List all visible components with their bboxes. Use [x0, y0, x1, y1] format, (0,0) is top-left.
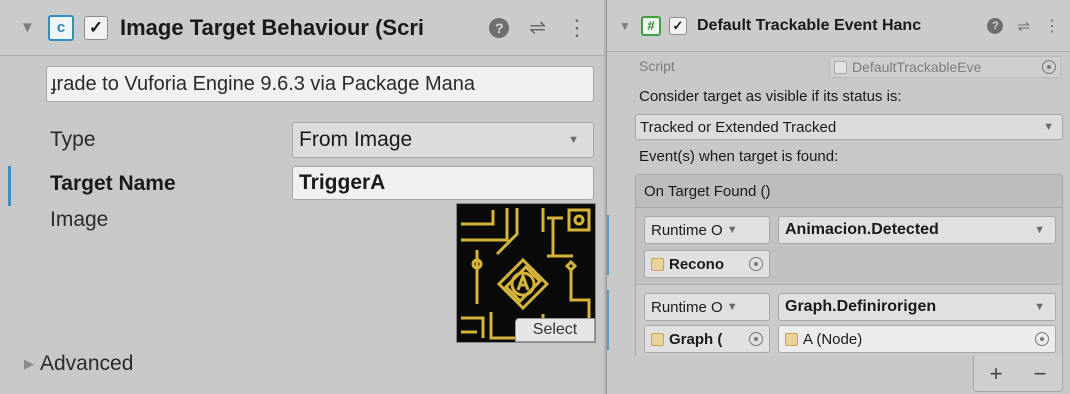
upgrade-message-field: ɟrade to Vuforia Engine 9.6.3 via Packag…	[46, 66, 594, 102]
enable-checkbox[interactable]: ✓	[84, 15, 108, 40]
script-value: DefaultTrackableEve	[852, 59, 982, 75]
advanced-label: Advanced	[40, 352, 134, 375]
dropdown-arrow-icon: ▼	[1043, 121, 1054, 133]
foldout-arrow-icon: ▶	[24, 356, 34, 371]
select-button[interactable]: Select	[515, 318, 595, 342]
status-value: Tracked or Extended Tracked	[640, 118, 837, 136]
component-header-image-target[interactable]: ▼ c ✓ Image Target Behaviour (Scri ? ⇌ ⋮	[0, 0, 604, 56]
script-asset-icon	[834, 60, 847, 74]
object-icon	[651, 257, 664, 271]
object-value: Graph (	[669, 330, 723, 348]
event-header-label: On Target Found ()	[644, 182, 771, 200]
select-label: Select	[532, 321, 578, 338]
dropdown-arrow-icon: ▼	[1034, 301, 1045, 313]
dropdown-arrow-icon: ▼	[568, 134, 579, 146]
runtime-value: Runtime O	[651, 298, 723, 316]
function-dropdown[interactable]: Graph.Definirorigen ▼	[778, 293, 1056, 321]
component-header-event-handler[interactable]: ▼ # ✓ Default Trackable Event Hanc ? ⇌ ⋮	[607, 0, 1070, 52]
fold-arrow-icon[interactable]: ▼	[20, 19, 42, 36]
fold-arrow-icon[interactable]: ▼	[619, 19, 637, 33]
object-field[interactable]: Graph (	[644, 325, 770, 353]
argument-field[interactable]: A (Node)	[778, 325, 1056, 353]
add-event-button[interactable]: +	[990, 361, 1003, 387]
advanced-foldout[interactable]: ▶ Advanced	[24, 352, 133, 376]
event-accent-bar	[607, 215, 609, 275]
remove-event-button[interactable]: −	[1034, 361, 1047, 387]
consider-label: Consider target as visible if its status…	[639, 88, 902, 105]
argument-value: A (Node)	[803, 330, 863, 348]
function-dropdown[interactable]: Animacion.Detected ▼	[778, 216, 1056, 244]
object-picker-icon[interactable]	[1042, 60, 1056, 74]
selection-indicator	[8, 166, 11, 206]
object-picker-icon[interactable]	[749, 257, 763, 271]
object-value: Recono	[669, 255, 725, 273]
image-thumbnail[interactable]: Select	[456, 203, 596, 343]
trackable-event-handler-inspector: ▼ # ✓ Default Trackable Event Hanc ? ⇌ ⋮…	[606, 0, 1070, 394]
event-accent-bar	[607, 290, 609, 350]
runtime-dropdown[interactable]: Runtime O ▼	[644, 293, 770, 321]
context-menu-icon[interactable]: ⋮	[566, 15, 588, 41]
event-footer: + −	[973, 356, 1063, 392]
help-icon[interactable]: ?	[987, 17, 1004, 34]
events-label: Event(s) when target is found:	[639, 148, 839, 165]
runtime-value: Runtime O	[651, 221, 723, 239]
script-icon: c	[48, 14, 74, 41]
event-header: On Target Found ()	[635, 174, 1063, 208]
context-menu-icon[interactable]: ⋮	[1044, 16, 1060, 36]
function-value: Animacion.Detected	[785, 221, 939, 238]
target-name-value: TriggerA	[299, 171, 386, 194]
status-dropdown[interactable]: Tracked or Extended Tracked ▼	[635, 114, 1063, 140]
dropdown-arrow-icon: ▼	[726, 224, 738, 236]
script-icon: #	[641, 15, 661, 36]
script-field: DefaultTrackableEve	[829, 56, 1061, 78]
object-picker-icon[interactable]	[749, 332, 763, 346]
type-value: From Image	[299, 128, 413, 151]
dropdown-arrow-icon: ▼	[1034, 224, 1045, 236]
type-label: Type	[50, 128, 96, 151]
object-field[interactable]: Recono	[644, 250, 770, 278]
help-icon[interactable]: ?	[489, 17, 510, 38]
dropdown-arrow-icon: ▼	[726, 301, 738, 313]
event-entry[interactable]: Runtime O ▼ Animacion.Detected ▼ Recono	[635, 208, 1063, 284]
presets-icon[interactable]: ⇌	[529, 15, 546, 40]
component-title: Image Target Behaviour (Scri	[120, 14, 425, 40]
image-label: Image	[50, 208, 109, 231]
target-name-field[interactable]: TriggerA	[292, 166, 594, 200]
target-name-label: Target Name	[50, 172, 176, 195]
object-picker-icon[interactable]	[1035, 332, 1049, 346]
event-entry[interactable]: Runtime O ▼ Graph.Definirorigen ▼ Graph …	[635, 284, 1063, 356]
presets-icon[interactable]: ⇌	[1017, 17, 1030, 35]
component-title: Default Trackable Event Hanc	[697, 16, 922, 34]
event-list: On Target Found () Runtime O ▼ Animacion…	[635, 174, 1063, 392]
enable-checkbox[interactable]: ✓	[669, 16, 687, 35]
type-dropdown[interactable]: From Image ▼	[292, 122, 594, 158]
function-value: Graph.Definirorigen	[785, 298, 937, 315]
upgrade-message: ɟrade to Vuforia Engine 9.6.3 via Packag…	[51, 72, 475, 95]
script-label: Script	[639, 58, 675, 74]
object-icon	[651, 332, 664, 346]
node-asset-icon	[785, 332, 798, 346]
image-target-inspector: ▼ c ✓ Image Target Behaviour (Scri ? ⇌ ⋮…	[0, 0, 604, 394]
runtime-dropdown[interactable]: Runtime O ▼	[644, 216, 770, 244]
